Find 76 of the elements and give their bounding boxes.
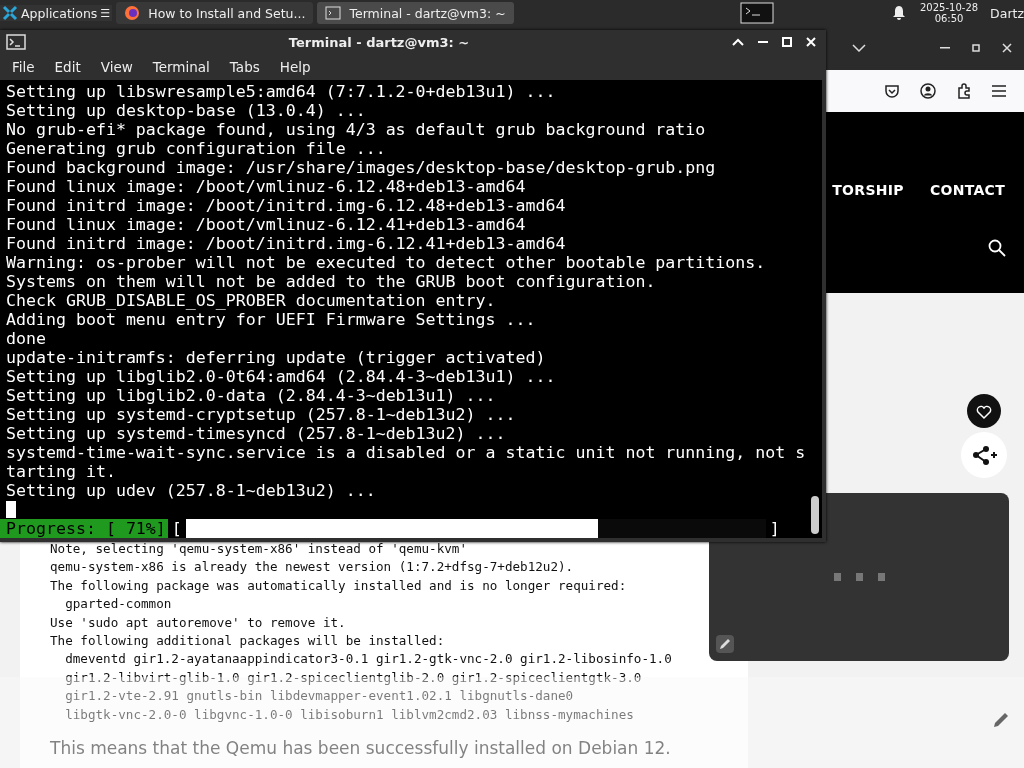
maximize-icon[interactable] [972, 44, 980, 52]
paragraph: This means that the Qemu has been successfully installed on Debian 12. [50, 738, 672, 759]
search-icon[interactable] [988, 239, 1006, 257]
nav-link[interactable]: CONTACT [929, 182, 1005, 198]
loading-icon [834, 573, 886, 581]
applications-menu[interactable]: Applications ☰ [0, 5, 113, 21]
terminal-line: tarting it. [6, 462, 117, 481]
terminal-line: Setting up systemd-timesyncd (257.8-1~deb13u2) ... [6, 424, 507, 443]
terminal-line: systemd-time-wait-sync.service is a disabled or a static unit not running, not s [6, 443, 807, 462]
terminal-line: update-initramfs: deferring update (trigger activated) [6, 348, 547, 367]
chevron-up-icon[interactable] [732, 38, 744, 47]
scrollbar-thumb[interactable] [811, 496, 819, 534]
applications-label: Applications [21, 5, 98, 21]
code-line: The following package was automatically installed and is no longer required: [50, 576, 628, 595]
terminal-line: Setting up systemd-cryptsetup (257.8-1~deb13u2) ... [6, 405, 517, 424]
cursor [6, 501, 16, 518]
terminal-line: Adding boot menu entry for UEFI Firmware Settings ... [6, 310, 537, 329]
nav-link[interactable]: TORSHIP [832, 182, 904, 198]
date-text: 2025-10-28 [920, 2, 979, 13]
terminal-line: Setting up libglib2.0-data (2.84.4-3~deb13u1) ... [6, 386, 497, 405]
time-text: 06:50 [934, 13, 964, 24]
code-line: The following additional packages will be installed: [50, 632, 446, 651]
pencil-icon[interactable] [716, 635, 734, 653]
account-icon[interactable] [920, 83, 936, 99]
terminal-line: No grub-efi* package found, using 4/3 as default grub background ratio [6, 120, 707, 139]
bracket: ] [768, 519, 781, 538]
code-line: libgtk-vnc-2.0-0 libgvnc-1.0-0 libisoburn1 liblvm2cmd2.03 libnss-mymachines [64, 705, 635, 724]
code-line: Use 'sudo apt autoremove' to remove it. [50, 613, 347, 632]
terminal-line: Check GRUB_DISABLE_OS_PROBER documentation entry. [6, 291, 497, 310]
taskbar-task[interactable]: Terminal - dartz@vm3: ~ [317, 2, 514, 24]
terminal-line: Found linux image: /boot/vmlinuz-6.12.48+deb13-amd64 [6, 177, 527, 196]
progress-label: Progress: [ 71%] [0, 519, 168, 538]
code-line: qemu-system-x86 is already the newest version (1:7.2+dfsg-7+deb12u2). [50, 558, 575, 577]
menu-icon[interactable] [992, 85, 1006, 97]
code-line: gir1.2-libvirt-glib-1.0 gir1.2-spiceclientglib-2.0 gir1.2-spiceclientgtk-3.0 [64, 668, 643, 687]
logo-icon [2, 5, 18, 21]
window-title: Terminal - dartz@vm3: ~ [287, 34, 471, 50]
menu-item[interactable]: Edit [44, 59, 91, 76]
terminal-icon [325, 6, 342, 20]
user-name[interactable]: Dartz [990, 5, 1024, 21]
browser-icon [124, 5, 141, 21]
menu-item[interactable]: View [90, 59, 143, 76]
close-icon[interactable] [1002, 43, 1012, 53]
terminal-line: Found linux image: /boot/vmlinuz-6.12.41+deb13-amd64 [6, 215, 527, 234]
menu-glyph: ☰ [100, 6, 111, 20]
menu-item[interactable]: Terminal [142, 59, 220, 76]
terminal-line: Warning: os-prober will not be executed to detect other bootable partitions. [6, 253, 767, 272]
minimize-icon[interactable] [758, 41, 768, 44]
menu-item[interactable]: Help [269, 59, 321, 76]
terminal-line: Found background image: /usr/share/images/desktop-base/desktop-grub.png [6, 158, 717, 177]
terminal-line: Generating grub configuration file ... [6, 139, 387, 158]
code-line: dmeventd gir1.2-ayatanaappindicator3-0.1 gir1.2-gtk-vnc-2.0 gir1.2-libosinfo-1.0 [64, 650, 673, 669]
menu-item[interactable]: Tabs [219, 59, 270, 76]
code-line: Note, selecting 'qemu-system-x86' instead of 'qemu-kvm' [50, 540, 468, 558]
terminal-line: Systems on them will not be added to the GRUB boot configuration. [6, 272, 657, 291]
pocket-icon[interactable] [884, 83, 900, 99]
extensions-icon[interactable] [956, 83, 972, 99]
taskbar-task[interactable]: How to Install and Setu... [116, 2, 314, 24]
terminal-icon[interactable] [740, 2, 774, 24]
terminal-line: Setting up libglib2.0-0t64:amd64 (2.84.4-3~deb13u1) ... [6, 367, 557, 386]
terminal-line: Found initrd image: /boot/initrd.img-6.12.48+deb13-amd64 [6, 196, 567, 215]
heart-button[interactable] [966, 393, 1002, 429]
code-line: gir1.2-vte-2.91 gnutls-bin libdevmapper-event1.02.1 libgnutls-dane0 [64, 687, 575, 706]
terminal-line: Setting up desktop-base (13.0.4) ... [6, 101, 367, 120]
terminal-line: done [6, 329, 47, 348]
pencil-icon[interactable] [992, 711, 1010, 729]
share-button[interactable] [960, 431, 1008, 479]
terminal-line: Setting up udev (257.8-1~deb13u2) ... [6, 481, 377, 500]
menu-item[interactable]: File [2, 59, 45, 76]
chevron-down-icon[interactable] [852, 44, 866, 52]
terminal-icon [6, 34, 26, 51]
terminal-line: Found initrd image: /boot/initrd.img-6.12.41+deb13-amd64 [6, 234, 567, 253]
terminal-line: Setting up libswresample5:amd64 (7:7.1.2-0+deb13u1) ... [6, 82, 557, 101]
code-line: gparted-common [64, 595, 173, 614]
bracket: [ [170, 519, 183, 538]
bell-icon[interactable] [892, 5, 906, 21]
